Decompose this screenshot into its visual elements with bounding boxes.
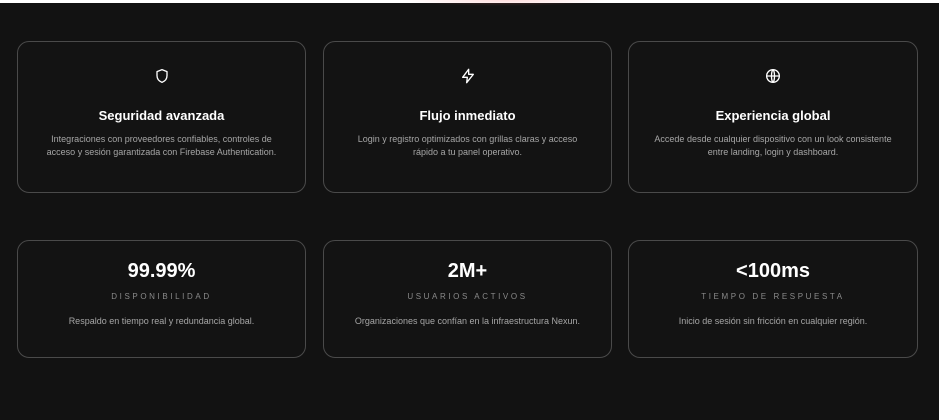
top-accent-glow bbox=[400, 0, 610, 6]
stat-label: USUARIOS ACTIVOS bbox=[407, 292, 528, 301]
stat-card-active-users: 2M+ USUARIOS ACTIVOS Organizaciones que … bbox=[323, 240, 612, 358]
stat-card-response-time: <100ms TIEMPO DE RESPUESTA Inicio de ses… bbox=[628, 240, 918, 358]
feature-card-security: Seguridad avanzada Integraciones con pro… bbox=[17, 41, 306, 193]
feature-title: Experiencia global bbox=[715, 108, 831, 123]
globe-icon bbox=[765, 68, 781, 84]
feature-card-global: Experiencia global Accede desde cualquie… bbox=[628, 41, 918, 193]
shield-icon bbox=[154, 68, 170, 84]
stat-label: DISPONIBILIDAD bbox=[111, 292, 212, 301]
stat-card-availability: 99.99% DISPONIBILIDAD Respaldo en tiempo… bbox=[17, 240, 306, 358]
feature-description: Login y registro optimizados con grillas… bbox=[357, 134, 578, 157]
feature-description: Accede desde cualquier dispositivo con u… bbox=[654, 134, 892, 157]
feature-title: Seguridad avanzada bbox=[98, 108, 225, 123]
stat-value: <100ms bbox=[736, 260, 810, 282]
stat-description: Organizaciones que confían en la infraes… bbox=[354, 316, 581, 326]
stat-value: 2M+ bbox=[447, 260, 488, 282]
feature-description: Integraciones con proveedores confiables… bbox=[46, 134, 277, 157]
lightning-icon bbox=[460, 68, 476, 84]
feature-title: Flujo inmediato bbox=[419, 108, 516, 123]
stat-value: 99.99% bbox=[127, 260, 196, 282]
stat-description: Inicio de sesión sin fricción en cualqui… bbox=[678, 316, 868, 326]
feature-card-flow: Flujo inmediato Login y registro optimiz… bbox=[323, 41, 612, 193]
stat-label: TIEMPO DE RESPUESTA bbox=[701, 292, 845, 301]
stat-description: Respaldo en tiempo real y redundancia gl… bbox=[68, 316, 255, 326]
